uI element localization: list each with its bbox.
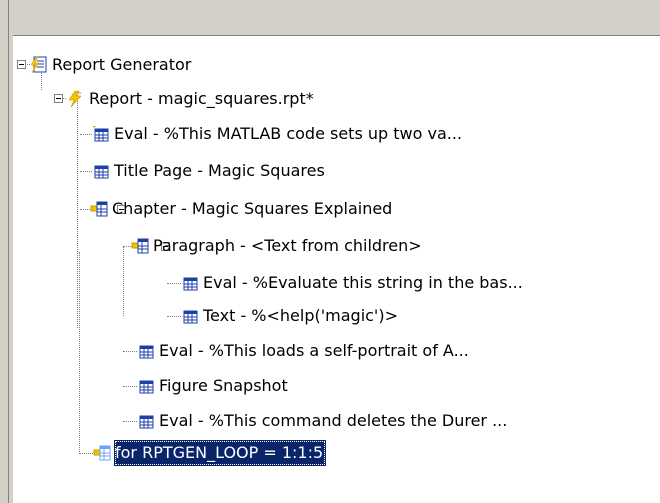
paragraph-component-icon (131, 238, 149, 254)
table-component-icon (93, 126, 109, 142)
tree-node-label: Eval - %This command deletes the Durer .… (159, 411, 508, 430)
tree-node-label: Text - %<help('magic')> (203, 306, 398, 325)
tree-connector (123, 351, 137, 352)
tree-node-label: Eval - %This MATLAB code sets up two va.… (114, 124, 463, 143)
tree-connector (80, 209, 90, 210)
tree-connector (123, 386, 137, 387)
tree-node-eval[interactable]: Eval - %This loads a self-portrait of A.… (137, 338, 472, 364)
tree-node-report[interactable]: Report - magic_squares.rpt* (67, 86, 317, 112)
tree-node-for-loop[interactable]: for RPTGEN_LOOP = 1:1:5 (93, 440, 327, 466)
tree-connector (123, 421, 137, 422)
splitter-handle[interactable] (0, 0, 13, 503)
chapter-component-icon (90, 201, 108, 217)
tree-node-eval[interactable]: Eval - %Evaluate this string in the bas.… (181, 270, 526, 296)
tree-guide (79, 252, 80, 452)
tree-connector (80, 171, 92, 172)
table-component-icon (139, 380, 154, 394)
tree-node-label: for RPTGEN_LOOP = 1:1:5 (114, 440, 327, 466)
tree-node-eval[interactable]: Eval - %This command deletes the Durer .… (137, 408, 510, 434)
tree-node-chapter[interactable]: Chapter - Magic Squares Explained (90, 196, 395, 222)
table-component-icon (139, 415, 154, 429)
collapse-toggle[interactable] (54, 94, 63, 103)
tree-node-title-page[interactable]: Title Page - Magic Squares (92, 158, 328, 184)
report-outline-tree[interactable]: Report Generator Report - magic_squares.… (14, 36, 660, 503)
tree-node-report-generator[interactable]: Report Generator (30, 52, 194, 78)
table-component-icon (139, 345, 154, 359)
tree-node-paragraph[interactable]: Paragraph - <Text from children> (131, 233, 425, 259)
tree-node-label: Chapter - Magic Squares Explained (112, 199, 393, 218)
tree-connector (167, 283, 181, 284)
tree-connector (167, 316, 181, 317)
tree-node-label: Figure Snapshot (159, 376, 288, 395)
tree-connector (80, 134, 92, 135)
tree-node-label: Report - magic_squares.rpt* (89, 89, 314, 108)
report-lightning-icon (68, 90, 82, 108)
tree-connector (123, 246, 131, 247)
tree-node-eval[interactable]: Eval - %This MATLAB code sets up two va.… (92, 121, 465, 147)
panel-header-bar (0, 0, 660, 35)
tree-node-label: Paragraph - <Text from children> (153, 236, 422, 255)
tree-node-label: Title Page - Magic Squares (114, 161, 325, 180)
table-component-icon (183, 310, 198, 324)
loop-component-icon (93, 445, 111, 461)
tree-node-text[interactable]: Text - %<help('magic')> (181, 303, 401, 329)
collapse-toggle[interactable] (17, 60, 26, 69)
tree-connector (79, 453, 93, 454)
splitter-line (8, 0, 9, 503)
tree-node-label: Report Generator (52, 55, 192, 74)
table-component-icon (183, 277, 198, 291)
tree-guide (77, 92, 78, 328)
tree-guide (123, 246, 124, 316)
tree-node-label: Eval - %Evaluate this string in the bas.… (203, 273, 523, 292)
report-generator-icon (30, 56, 47, 74)
tree-node-figure-snapshot[interactable]: Figure Snapshot (137, 373, 291, 399)
table-component-icon (94, 165, 109, 179)
tree-node-label: Eval - %This loads a self-portrait of A.… (159, 341, 469, 360)
